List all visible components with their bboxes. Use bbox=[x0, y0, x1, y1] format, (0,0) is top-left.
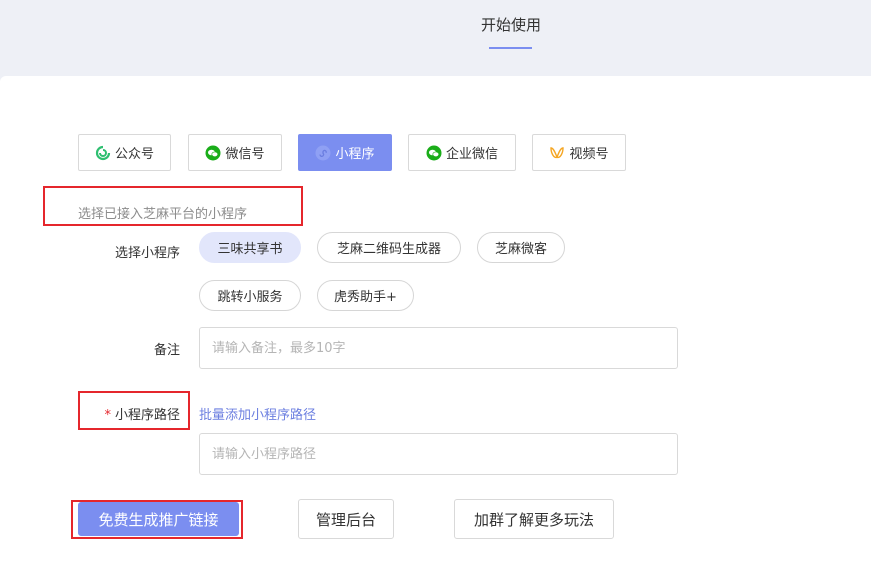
tab-label: 小程序 bbox=[335, 147, 375, 162]
path-input[interactable] bbox=[199, 433, 678, 475]
required-mark: * bbox=[104, 408, 111, 423]
note-label: 备注 bbox=[153, 343, 180, 358]
tab-official-account[interactable]: 公众号 bbox=[78, 134, 171, 171]
tab-channels[interactable]: 视频号 bbox=[532, 134, 626, 171]
tab-mini-program[interactable]: 小程序 bbox=[298, 134, 392, 171]
official-account-icon bbox=[95, 145, 111, 161]
mini-program-chip[interactable]: 跳转小服务 bbox=[199, 280, 301, 311]
mini-program-icon bbox=[315, 145, 331, 161]
wecom-icon bbox=[426, 145, 442, 161]
generate-link-button[interactable]: 免费生成推广链接 bbox=[78, 502, 239, 536]
tab-active-indicator bbox=[489, 47, 532, 49]
select-mini-program-label: 选择小程序 bbox=[114, 246, 180, 261]
channels-icon bbox=[549, 145, 565, 161]
mini-program-chip[interactable]: 虎秀助手+ bbox=[317, 280, 414, 311]
tab-label: 企业微信 bbox=[445, 147, 498, 162]
mini-program-chip[interactable]: 芝麻二维码生成器 bbox=[317, 232, 461, 263]
path-label-text: 小程序路径 bbox=[114, 408, 180, 423]
join-group-button[interactable]: 加群了解更多玩法 bbox=[454, 499, 614, 539]
tab-label: 公众号 bbox=[114, 147, 154, 162]
batch-add-path-link[interactable]: 批量添加小程序路径 bbox=[199, 404, 316, 423]
admin-button[interactable]: 管理后台 bbox=[298, 499, 394, 539]
tab-label: 视频号 bbox=[569, 147, 609, 162]
path-label: * 小程序路径 bbox=[84, 404, 180, 423]
tab-wecom[interactable]: 企业微信 bbox=[408, 134, 516, 171]
mini-program-chip-selected[interactable]: 三味共享书 bbox=[199, 232, 301, 263]
tab-get-started[interactable]: 开始使用 bbox=[468, 14, 554, 35]
note-input[interactable] bbox=[199, 327, 678, 369]
top-header: 开始使用 bbox=[0, 0, 871, 76]
wechat-icon bbox=[205, 145, 221, 161]
tab-wechat[interactable]: 微信号 bbox=[188, 134, 282, 171]
mini-program-hint: 选择已接入芝麻平台的小程序 bbox=[78, 207, 248, 222]
tab-label: 微信号 bbox=[225, 147, 265, 162]
mini-program-chip[interactable]: 芝麻微客 bbox=[477, 232, 565, 263]
